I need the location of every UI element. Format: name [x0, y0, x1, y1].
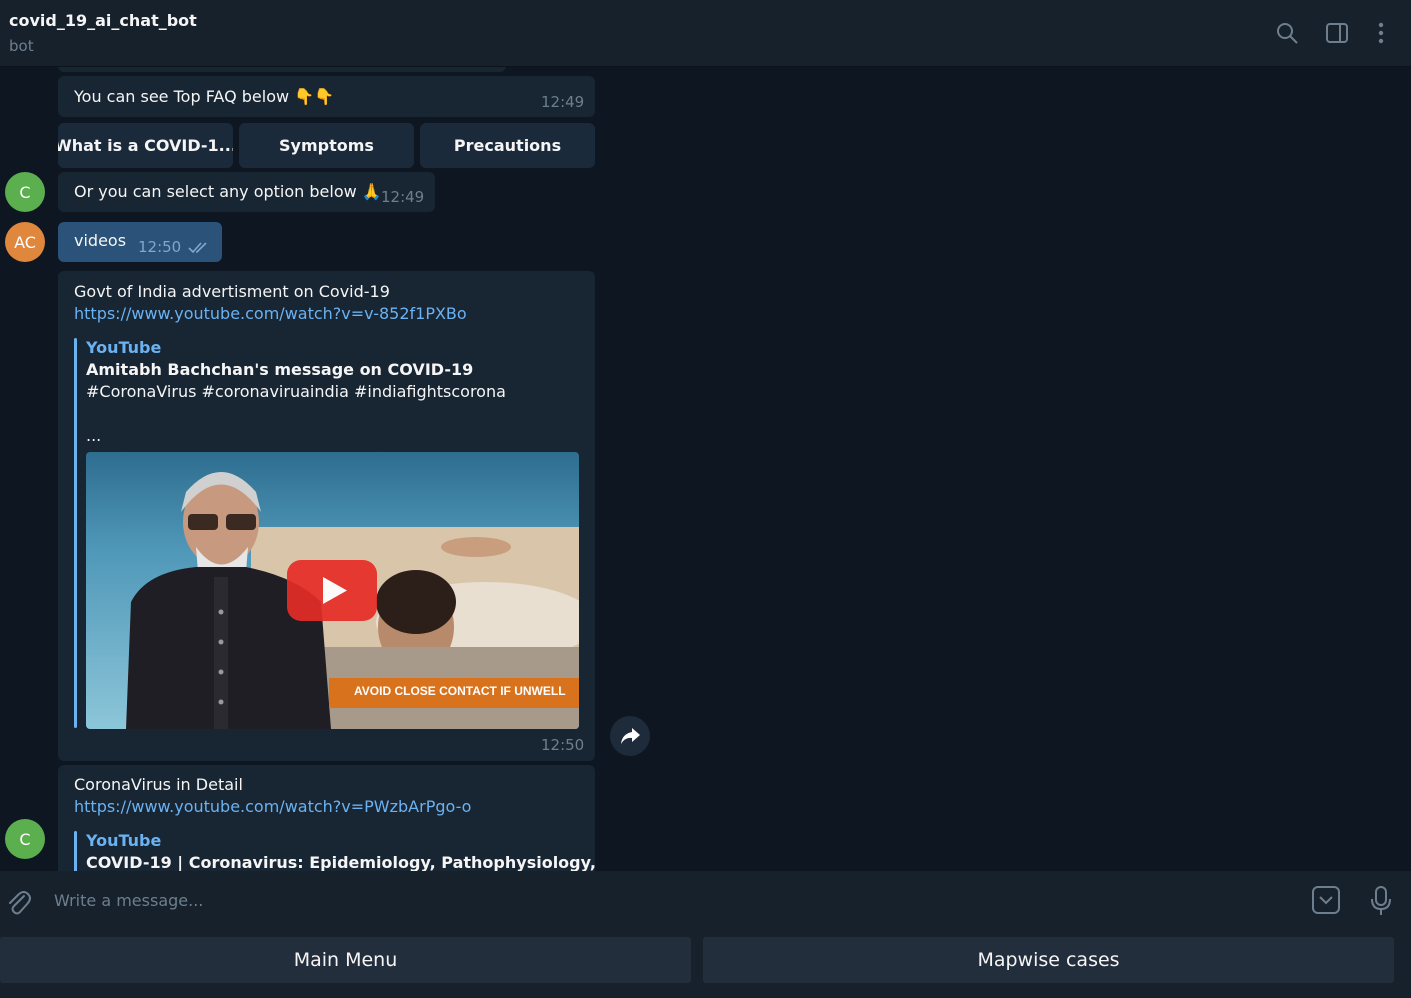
message-text: You can see Top FAQ below 👇👇: [74, 87, 335, 106]
youtube-link[interactable]: https://www.youtube.com/watch?v=v-852f1P…: [74, 304, 467, 323]
preview-site: YouTube: [86, 831, 162, 850]
more-options-icon[interactable]: [1369, 21, 1393, 45]
play-icon: [323, 577, 347, 604]
reply-keyboard: Main Menu Mapwise cases: [0, 931, 1411, 998]
sidebar-toggle-icon[interactable]: [1325, 21, 1349, 45]
forward-button[interactable]: [610, 716, 650, 756]
preview-description: #CoronaVirus #coronaviruaindia #indiafig…: [86, 382, 506, 401]
preview-ellipsis: ...: [86, 426, 102, 445]
select-option-message: Or you can select any option below 🙏 12:…: [58, 172, 435, 212]
message-time: 12:49: [541, 93, 585, 111]
microphone-icon[interactable]: [1369, 885, 1393, 917]
video-thumbnail[interactable]: AVOID CLOSE CONTACT IF UNWELL: [86, 452, 579, 729]
preview-title: COVID-19 | Coronavirus: Epidemiology, Pa…: [86, 853, 596, 871]
read-check-icon: [188, 242, 207, 254]
chat-title[interactable]: covid_19_ai_chat_bot: [9, 11, 197, 30]
message-caption: CoronaVirus in Detail: [74, 775, 243, 794]
chat-status: bot: [9, 37, 34, 55]
video-link-message: CoronaVirus in Detail https://www.youtub…: [58, 765, 596, 871]
youtube-link[interactable]: https://www.youtube.com/watch?v=PWzbArPg…: [74, 797, 471, 816]
previous-message: [58, 67, 506, 72]
message-time: 12:49: [381, 188, 425, 206]
preview-site: YouTube: [86, 338, 162, 357]
message-text: Or you can select any option below 🙏: [74, 182, 382, 201]
message-time: 12:50: [138, 238, 182, 256]
message-input[interactable]: Write a message...: [54, 891, 203, 910]
preview-title: Amitabh Bachchan's message on COVID-19: [86, 360, 474, 379]
bot-keyboard-icon[interactable]: [1311, 885, 1341, 915]
message-composer: Write a message...: [0, 871, 1411, 931]
attach-icon[interactable]: [5, 888, 31, 916]
message-caption: Govt of India advertisment on Covid-19: [74, 282, 390, 301]
message-time: 12:50: [541, 736, 585, 754]
avatar[interactable]: AC: [5, 222, 45, 262]
avatar[interactable]: C: [5, 172, 45, 212]
message-text: videos: [74, 231, 127, 250]
chat-header: covid_19_ai_chat_bot bot: [0, 0, 1411, 67]
preview-bar: [74, 338, 77, 728]
avatar[interactable]: C: [5, 819, 45, 859]
main-menu-button[interactable]: Main Menu: [0, 937, 691, 983]
video-link-message: Govt of India advertisment on Covid-19 h…: [58, 271, 595, 761]
videos-message: videos 12:50: [58, 222, 222, 262]
faq-button-precautions[interactable]: Precautions: [420, 123, 595, 168]
faq-message: You can see Top FAQ below 👇👇 12:49: [58, 76, 595, 117]
message-list[interactable]: You can see Top FAQ below 👇👇 12:49 What …: [0, 67, 1411, 871]
search-icon[interactable]: [1275, 21, 1299, 45]
thumbnail-banner-text: AVOID CLOSE CONTACT IF UNWELL: [354, 684, 566, 698]
faq-button-symptoms[interactable]: Symptoms: [239, 123, 414, 168]
preview-bar: [74, 831, 77, 871]
play-button[interactable]: [287, 560, 377, 621]
faq-button-what-is-covid[interactable]: What is a COVID-1...: [58, 123, 233, 168]
mapwise-cases-button[interactable]: Mapwise cases: [703, 937, 1394, 983]
forward-icon: [621, 728, 640, 744]
